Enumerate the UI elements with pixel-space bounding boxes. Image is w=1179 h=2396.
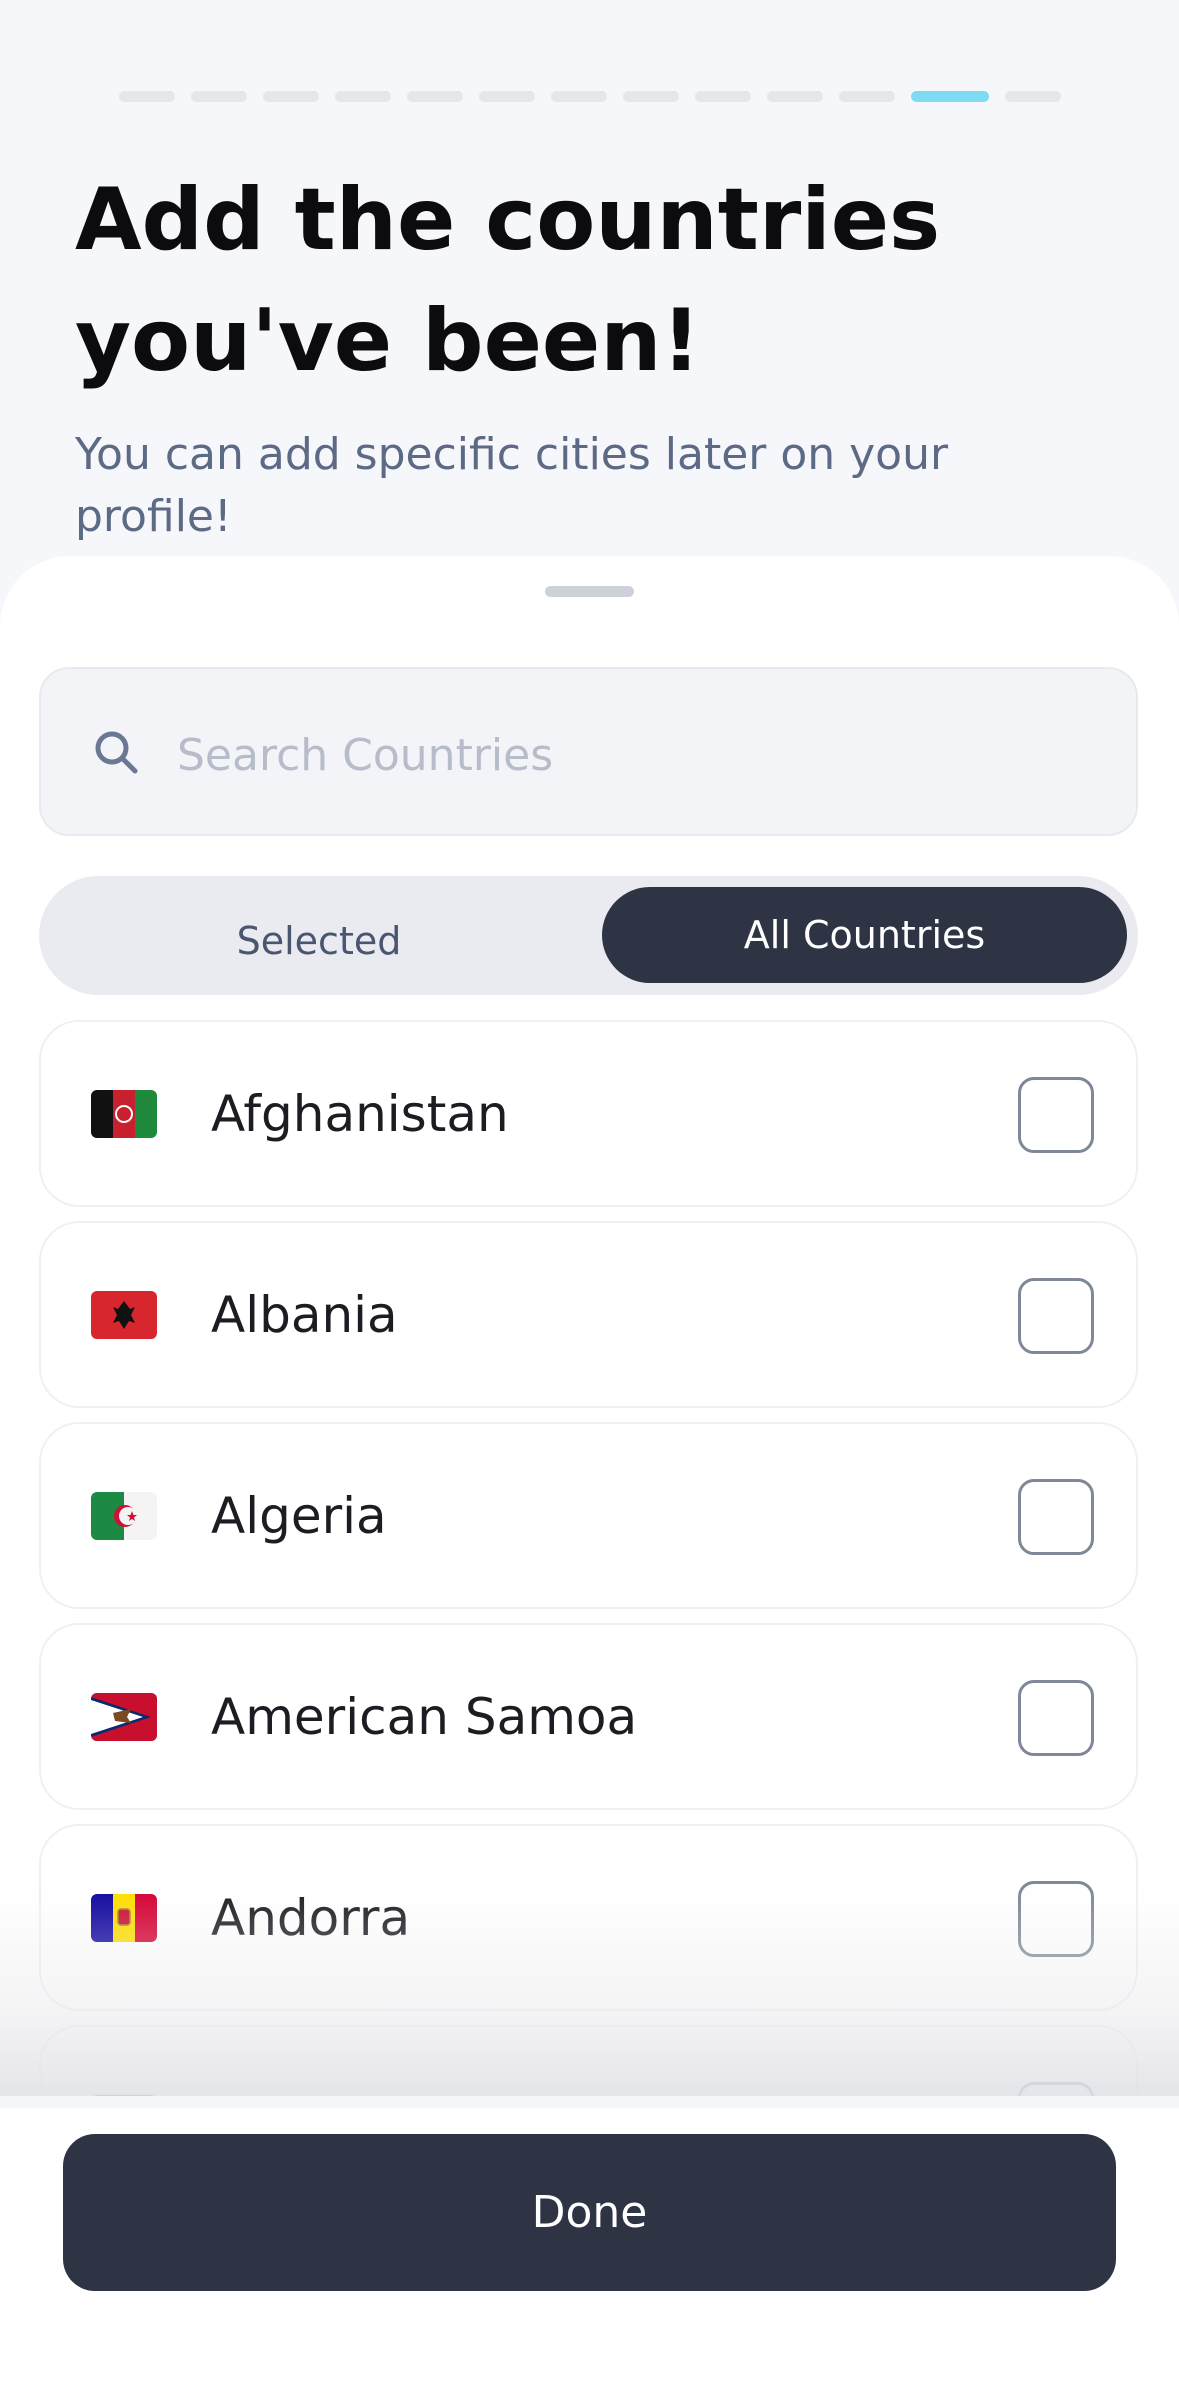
progress-step bbox=[263, 91, 319, 102]
country-row-andorra[interactable]: Andorra bbox=[39, 1824, 1138, 2011]
country-checkbox[interactable] bbox=[1018, 1077, 1094, 1153]
country-row-american-samoa[interactable]: American Samoa bbox=[39, 1623, 1138, 1810]
progress-step bbox=[479, 91, 535, 102]
albania-flag-icon bbox=[91, 1291, 157, 1339]
progress-step bbox=[191, 91, 247, 102]
country-row-algeria[interactable]: Algeria bbox=[39, 1422, 1138, 1609]
footer-bar: Done bbox=[0, 2108, 1179, 2396]
progress-step bbox=[839, 91, 895, 102]
page-title-line2: you've been! bbox=[75, 291, 701, 391]
progress-step bbox=[1005, 91, 1061, 102]
progress-step bbox=[407, 91, 463, 102]
search-input[interactable] bbox=[175, 709, 1079, 801]
progress-step bbox=[623, 91, 679, 102]
country-name: Andorra bbox=[211, 1889, 411, 1947]
afghanistan-flag-icon bbox=[91, 1090, 157, 1138]
country-row-afghanistan[interactable]: Afghanistan bbox=[39, 1020, 1138, 1207]
page-title: Add the countries you've been! bbox=[75, 160, 1075, 402]
country-name: Albania bbox=[211, 1286, 398, 1344]
country-picker-sheet: Selected All Countries Afghanistan Alban… bbox=[0, 556, 1179, 2096]
country-name: Angola bbox=[211, 2083, 384, 2096]
country-filter-tabs: Selected All Countries bbox=[39, 876, 1138, 995]
page-title-line1: Add the countries bbox=[75, 170, 941, 270]
country-checkbox[interactable] bbox=[1018, 2082, 1094, 2096]
country-name: American Samoa bbox=[211, 1688, 638, 1746]
andorra-flag-icon bbox=[91, 1894, 157, 1942]
sheet-grabber-handle[interactable] bbox=[545, 586, 634, 597]
progress-step bbox=[767, 91, 823, 102]
search-icon bbox=[95, 731, 138, 774]
done-button[interactable]: Done bbox=[63, 2134, 1116, 2291]
tab-selected[interactable]: Selected bbox=[50, 893, 588, 989]
tab-all-countries[interactable]: All Countries bbox=[602, 887, 1127, 983]
progress-step bbox=[551, 91, 607, 102]
country-checkbox[interactable] bbox=[1018, 1680, 1094, 1756]
progress-step bbox=[119, 91, 175, 102]
country-checkbox[interactable] bbox=[1018, 1278, 1094, 1354]
angola-flag-icon bbox=[91, 2095, 157, 2096]
country-row-albania[interactable]: Albania bbox=[39, 1221, 1138, 1408]
page-subtitle: You can add specific cities later on you… bbox=[75, 424, 1075, 548]
search-bar[interactable] bbox=[39, 667, 1138, 836]
progress-step-current bbox=[911, 91, 989, 102]
progress-step bbox=[695, 91, 751, 102]
page-subtitle-line1: You can add specific cities later on you… bbox=[75, 429, 949, 480]
progress-step bbox=[335, 91, 391, 102]
page-subtitle-line2: profile! bbox=[75, 491, 232, 542]
algeria-flag-icon bbox=[91, 1492, 157, 1540]
onboarding-progress bbox=[119, 91, 1061, 102]
country-name: Algeria bbox=[211, 1487, 387, 1545]
american-samoa-flag-icon bbox=[91, 1693, 157, 1741]
country-checkbox[interactable] bbox=[1018, 1479, 1094, 1555]
country-row-angola[interactable]: Angola bbox=[39, 2025, 1138, 2096]
country-name: Afghanistan bbox=[211, 1085, 509, 1143]
country-checkbox[interactable] bbox=[1018, 1881, 1094, 1957]
